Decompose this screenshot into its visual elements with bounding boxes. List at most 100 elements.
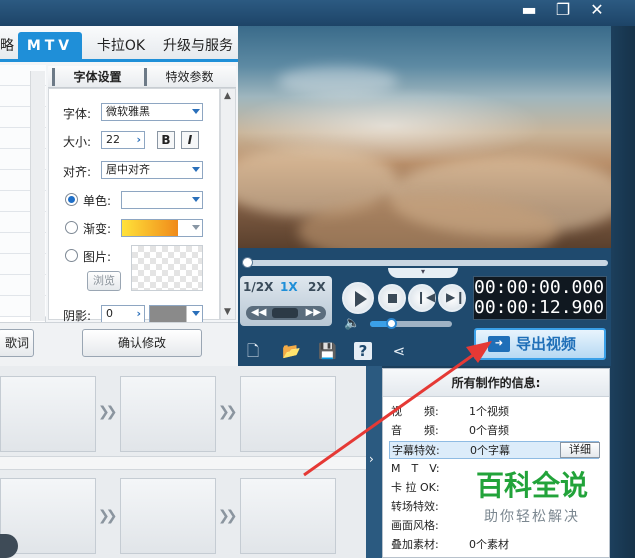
maximize-icon[interactable]: ❐ [550,0,576,22]
prev-frame-button[interactable]: ❙◀ [408,284,436,312]
font-settings-form: 字体: 微软雅黑 大小: 22 › B I 对齐: 居中对齐 单色: 渐变: 图片… [48,88,220,323]
chevron-down-icon [192,167,200,172]
image-label: 图片: [83,250,112,264]
settings-button-row: 歌词 确认修改 [0,322,238,366]
prev-frame-icon: ❙◀ [416,290,436,304]
tab-karaoke[interactable]: 卡拉OK [88,32,154,60]
speed-1x[interactable]: 1X [280,280,298,294]
align-select-value: 居中对齐 [106,163,150,176]
rewind-icon[interactable]: ◀◀ [251,306,266,320]
volume-icon[interactable]: 🔈 [344,316,360,331]
font-select-value: 微软雅黑 [106,105,150,118]
chevron-right-icon: › [136,133,141,146]
size-stepper[interactable]: 22 › [101,131,145,149]
solid-color-picker[interactable] [121,191,203,209]
info-row-overlay: 叠加素材: 0个素材 [391,536,601,554]
font-select[interactable]: 微软雅黑 [101,103,203,121]
next-frame-icon: ▶❙ [446,290,466,304]
current-time: 00:00:00.000 [474,277,605,298]
image-preview [131,245,203,291]
chevron-down-icon [192,197,200,202]
watermark: 百科全说 助你轻松解决 [452,464,612,534]
list-scrollbar[interactable] [30,71,45,321]
speed-selector: 1/2X 1X 2X ◀◀ ▶▶ [240,276,332,326]
tab-effect-params[interactable]: 特效参数 [144,68,232,86]
fast-forward-icon[interactable]: ▶▶ [306,306,321,320]
seek-handle[interactable] [242,257,253,268]
align-label: 对齐: [63,165,92,179]
gradient-label: 渐变: [83,222,112,236]
play-icon [355,291,367,307]
tab-partial[interactable]: 略 [0,32,14,60]
image-radio[interactable] [65,249,78,262]
main-tab-row: 略 MTV 卡拉OK 升级与服务 [0,26,238,62]
storyboard-slot[interactable] [120,376,216,452]
settings-scrollbar[interactable]: ▲ ▼ [220,88,236,320]
chevron-right-icon: ❯❯ [218,404,237,420]
lyrics-button[interactable]: 歌词 [0,329,34,357]
speed-2x[interactable]: 2X [308,280,326,294]
bold-button[interactable]: B [157,131,175,149]
shadow-color-picker[interactable] [149,305,203,323]
info-key: 画面风格: [391,519,439,532]
window-edge [611,26,635,558]
italic-button[interactable]: I [181,131,199,149]
info-value: 0个素材 [469,538,509,551]
arrow-head [466,341,492,363]
arrow-shaft [303,351,477,477]
storyboard-slot[interactable] [240,478,336,554]
stop-button[interactable] [378,284,406,312]
solid-color-label: 单色: [83,194,112,208]
gradient-radio[interactable] [65,221,78,234]
gradient-picker[interactable] [121,219,203,237]
tab-upgrade[interactable]: 升级与服务 [160,32,236,60]
collapse-tab[interactable]: ▾ [388,268,458,278]
scroll-handle[interactable] [0,534,18,558]
volume-handle[interactable] [386,318,397,329]
playback-controls: ▾ 1/2X 1X 2X ◀◀ ▶▶ ❙◀ ▶❙ 00:00:00.000 00… [238,248,611,336]
chevron-down-icon [192,225,200,230]
export-label: 导出视频 [516,335,577,353]
storyboard-slot[interactable] [120,478,216,554]
total-time: 00:00:12.900 [474,297,605,318]
minimize-icon[interactable]: ▬ [516,0,542,22]
speed-half[interactable]: 1/2X [243,280,273,294]
storyboard-slot[interactable] [0,376,96,452]
chevron-right-icon: ❯❯ [218,508,237,524]
watermark-subtitle: 助你轻松解决 [484,509,580,525]
confirm-button[interactable]: 确认修改 [82,329,202,357]
chevron-down-icon [192,109,200,114]
align-select[interactable]: 居中对齐 [101,161,203,179]
tab-font-settings[interactable]: 字体设置 [52,68,140,86]
detail-button[interactable]: 详细 [560,442,600,458]
left-panel: 略 MTV 卡拉OK 升级与服务 字体设置 特效参数 字体: 微软雅黑 大小: … [0,26,238,366]
new-icon[interactable]: 🗋 [244,342,262,360]
next-frame-button[interactable]: ▶❙ [438,284,466,312]
chevron-right-icon: ❯❯ [98,508,117,524]
solid-color-radio[interactable] [65,193,78,206]
stop-icon [388,294,397,303]
speed-slider[interactable]: ◀◀ ▶▶ [246,306,326,320]
browse-button[interactable]: 浏览 [87,271,121,291]
scroll-down-icon[interactable]: ▼ [224,307,231,317]
font-label: 字体: [63,107,92,121]
watermark-title: 百科全说 [475,469,588,502]
seek-bar[interactable] [242,260,608,266]
close-icon[interactable]: ✕ [584,0,610,22]
chevron-down-icon [192,311,200,316]
video-preview [238,26,611,248]
size-value: 22 [106,133,120,146]
annotation-arrow [303,341,492,477]
scroll-up-icon[interactable]: ▲ [224,91,231,101]
info-key: 叠加素材: [391,538,439,551]
chevron-right-icon: › [136,307,141,320]
shadow-stepper[interactable]: 0 › [101,305,145,323]
shadow-value: 0 [106,307,113,320]
play-button[interactable] [342,282,374,314]
tab-mtv[interactable]: MTV [18,32,82,60]
info-key: 转场特效: [391,500,439,513]
folder-open-icon[interactable]: 📂 [282,342,301,360]
settings-subtabs: 字体设置 特效参数 [48,66,236,88]
size-label: 大小: [63,135,92,149]
speed-handle[interactable] [272,308,298,318]
